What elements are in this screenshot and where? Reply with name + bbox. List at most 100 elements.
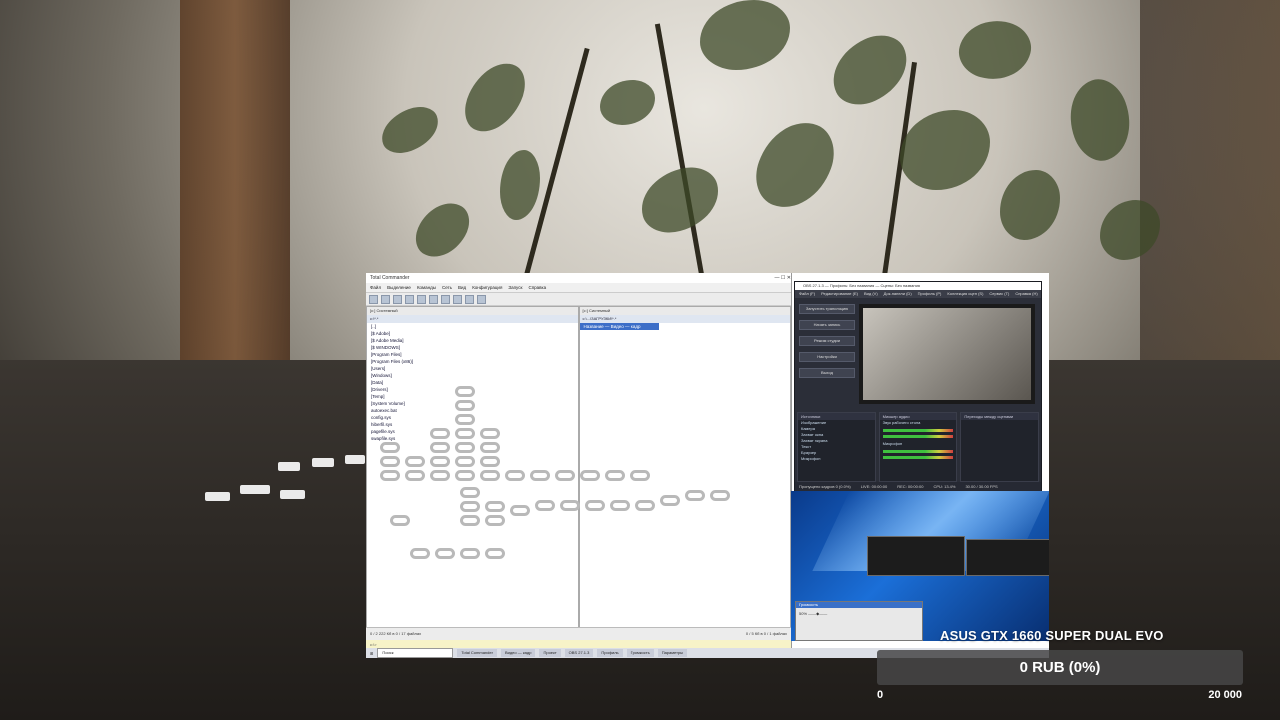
studio-mode-button[interactable]: Режим студии [799,336,855,346]
visualizer-bar [455,386,475,397]
volume-level: 50% [799,611,808,616]
tc-menu-commands[interactable]: Команды [417,283,436,292]
ftp-icon[interactable] [453,294,462,304]
visualizer-bar [405,470,425,481]
obs-controls: Запустить трансляцию Начать запись Режим… [799,304,855,409]
visualizer-bar [380,456,400,467]
obs-menu-item[interactable]: Файл (F) [799,290,815,298]
visualizer-bar [205,492,230,501]
visualizer-bar [480,470,500,481]
right-status: 0 / 5 Кб в 0 / 1 файлах [745,631,787,636]
left-drive-select[interactable]: [c:] Системный [367,307,578,315]
file-row[interactable]: [Users] [367,365,578,372]
donation-goal-title: ASUS GTX 1660 SUPER DUAL EVO [940,628,1164,643]
transitions-dock: Переходы между сценами [960,412,1040,482]
pack-icon[interactable] [429,294,438,304]
tc-menu-config[interactable]: Конфигурация [472,283,502,292]
taskbar-item[interactable]: Total Commander [457,649,497,657]
tree-icon[interactable] [405,294,414,304]
full-view-icon[interactable] [393,294,402,304]
sources-dock: Источники Изображение Камера Захват окна… [797,412,876,482]
file-row[interactable]: [Data] [367,379,578,386]
obs-menu-item[interactable]: Сервис (T) [989,290,1009,298]
volume-body: 50% ——◆—— [796,608,922,619]
donation-amount: 0 RUB (0%) [1019,659,1101,676]
right-drive-select[interactable]: [c:] Системный [579,307,790,315]
total-commander-window: Total Commander — ☐ ✕ Файл Выделение Ком… [366,273,792,658]
start-icon[interactable]: ⊞ [370,651,373,656]
back-icon[interactable] [465,294,474,304]
start-stream-button[interactable]: Запустить трансляцию [799,304,855,314]
visualizer-bar [460,487,480,498]
left-panel[interactable]: [c:] Системный c:\*.* [..] [$ Adobe] [$ … [366,306,579,628]
visualizer-bar [530,470,550,481]
obs-preview[interactable] [859,304,1035,404]
visualizer-bar [560,500,580,511]
visualizer-bar [485,515,505,526]
forward-icon[interactable] [477,294,486,304]
mixer-dock: Микшер аудио Звук рабочего стола Микрофо… [878,412,958,482]
file-row[interactable]: [$ Adobe Media] [367,337,578,344]
tc-status-bar: 0 / 2 222 Кб в 0 / 17 файлах 0 / 5 Кб в … [366,627,791,640]
obs-menu-item[interactable]: Коллекция сцен (S) [947,290,983,298]
file-row[interactable]: [Program Files] [367,351,578,358]
taskbar-item[interactable]: Параметры [657,649,688,657]
file-row[interactable]: [Windows] [367,372,578,379]
file-row[interactable]: [$ Adobe] [367,330,578,337]
visualizer-bar [630,470,650,481]
visualizer-bar [480,428,500,439]
tc-menu-select[interactable]: Выделение [387,283,411,292]
window-controls[interactable]: — ☐ ✕ [775,273,791,283]
taskbar-item[interactable]: Громкость [626,649,654,657]
file-row-selected[interactable]: Название — Видео — кадр [579,323,659,330]
brief-view-icon[interactable] [381,294,390,304]
source-item[interactable]: Микрофон [798,456,875,462]
tc-menu-file[interactable]: Файл [370,283,381,292]
file-row[interactable]: [Program Files (x86)] [367,358,578,365]
left-status: 0 / 2 222 Кб в 0 / 17 файлах [370,631,422,636]
player-window[interactable] [966,539,1049,576]
obs-menu-item[interactable]: Справка (H) [1015,290,1037,298]
taskbar-item[interactable]: OBS 27.1.3 [564,649,594,657]
obs-docks: Источники Изображение Камера Захват окна… [795,412,1041,482]
obs-title: OBS 27.1.3 — Профиль: Без названия — Сце… [795,282,1041,290]
visualizer-bar [380,470,400,481]
taskbar-item[interactable]: Проект [539,649,561,657]
tc-menu-view[interactable]: Вид [458,283,466,292]
tc-menu-help[interactable]: Справка [528,283,546,292]
volume-slider-icon[interactable]: ——◆—— [808,611,827,616]
file-row[interactable]: [..] [367,323,578,330]
volume-slider[interactable] [882,456,954,459]
visualizer-bar [535,500,555,511]
window-frame-left [180,0,290,420]
obs-window: OBS 27.1.3 — Профиль: Без названия — Сце… [794,281,1042,493]
tc-menu-start[interactable]: Запуск [508,283,522,292]
visualizer-bar [312,458,334,467]
mixer-track-name: Микрофон [882,441,903,446]
player-window[interactable] [867,536,965,576]
obs-menu-item[interactable]: Редактирование (E) [821,290,858,298]
visualizer-bar [455,456,475,467]
exit-button[interactable]: Выход [799,368,855,378]
taskbar-item[interactable]: Профиль [597,649,623,657]
obs-menu-item[interactable]: Док-панели (D) [884,290,912,298]
visualizer-bar [405,456,425,467]
visualizer-bar [460,515,480,526]
tc-menu-net[interactable]: Сеть [442,283,452,292]
taskbar-item[interactable]: Видео — кадр [500,649,536,657]
search-box[interactable]: Поиск [377,648,454,658]
start-record-button[interactable]: Начать запись [799,320,855,330]
tc-toolbar [366,293,791,306]
obs-menu-item[interactable]: Вид (V) [864,290,878,298]
right-panel[interactable]: [c:] Системный c:\...\ЗАГРУЗКИ\*.* Назва… [578,306,791,628]
refresh-icon[interactable] [369,294,378,304]
unpack-icon[interactable] [441,294,450,304]
visualizer-bar [480,442,500,453]
obs-menu-item[interactable]: Профиль (P) [918,290,942,298]
settings-button[interactable]: Настройки [799,352,855,362]
visualizer-bar [510,505,530,516]
filter-icon[interactable] [417,294,426,304]
file-row[interactable]: [$ WINDOWS] [367,344,578,351]
volume-slider[interactable] [882,435,954,438]
visualizer-bar [430,470,450,481]
